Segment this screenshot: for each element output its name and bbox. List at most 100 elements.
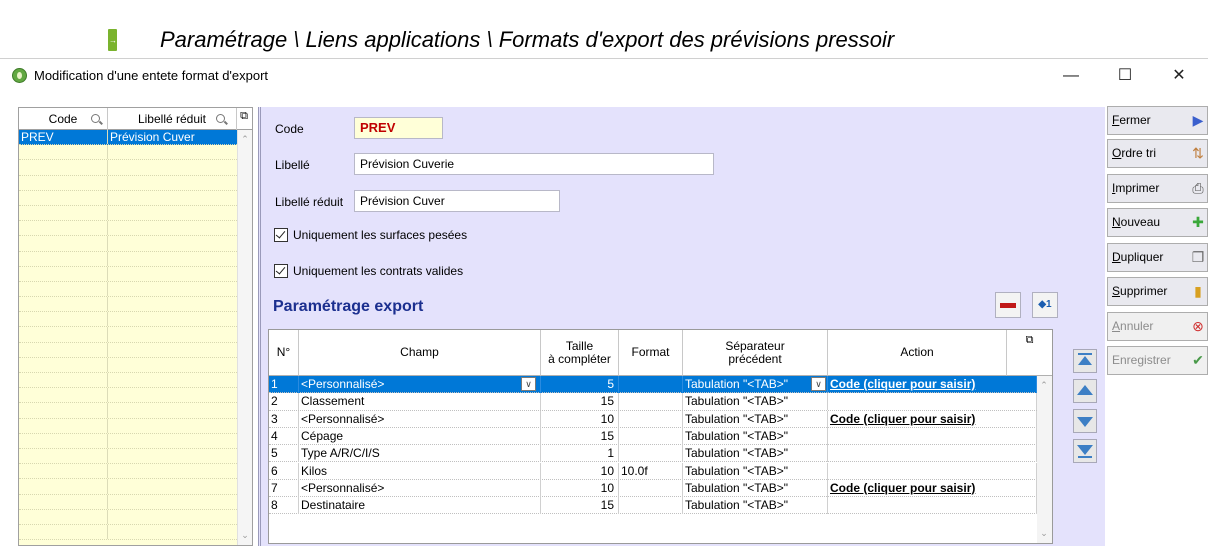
list-row[interactable] bbox=[19, 327, 237, 343]
grid-row[interactable]: 2 Classement 15 Tabulation "<TAB>" bbox=[269, 393, 1037, 411]
grid-header-num[interactable]: N° bbox=[269, 330, 299, 376]
list-cell-code bbox=[19, 357, 108, 372]
grid-row[interactable]: 3 <Personnalisé> 10 Tabulation "<TAB>" Code … bbox=[269, 410, 1037, 428]
column-header-libelle-reduit[interactable]: Libellé réduit bbox=[108, 108, 237, 130]
grid-row[interactable]: 5 Type A/R/C/I/S 1 Tabulation "<TAB>" bbox=[269, 445, 1037, 463]
list-row[interactable] bbox=[19, 281, 237, 298]
list-row[interactable] bbox=[19, 205, 237, 222]
grid-row[interactable]: 1 <Personnalisé> 5 Tabulation "<TAB>" Code (… bbox=[269, 376, 1037, 394]
column-chooser-icon[interactable]: ⧉ bbox=[237, 110, 251, 124]
grid-scrollbar[interactable]: ⌃ ⌄ bbox=[1037, 376, 1052, 543]
list-row[interactable] bbox=[19, 190, 237, 206]
list-row[interactable] bbox=[19, 357, 237, 373]
grid-row[interactable]: 8 Destinataire 15 Tabulation "<TAB>" bbox=[269, 497, 1037, 515]
move-top-button[interactable] bbox=[1073, 349, 1097, 373]
dupliquer-button[interactable]: Dupliquer ❐ bbox=[1107, 243, 1208, 272]
search-icon[interactable] bbox=[216, 114, 225, 123]
grid-cell-num: 2 bbox=[269, 393, 299, 411]
list-header: Code Libellé réduit ⧉ bbox=[19, 108, 252, 130]
list-row[interactable] bbox=[19, 509, 237, 525]
list-row[interactable] bbox=[19, 221, 237, 237]
list-row[interactable] bbox=[19, 145, 237, 161]
grid-row[interactable]: 7 <Personnalisé> 10 Tabulation "<TAB>" Code … bbox=[269, 479, 1037, 498]
grid-cell-action[interactable]: Code (cliquer pour saisir) bbox=[828, 410, 1037, 428]
contrats-valides-checkbox[interactable] bbox=[274, 264, 288, 278]
document-title: Paramétrage \ Liens applications \ Forma… bbox=[160, 27, 895, 52]
grid-cell-separateur: Tabulation "<TAB>" bbox=[683, 445, 828, 463]
bookmark-icon: → bbox=[108, 29, 117, 51]
list-scrollbar[interactable]: ⌃ ⌄ bbox=[237, 130, 252, 545]
champ-dropdown-icon[interactable]: ∨ bbox=[521, 377, 536, 391]
list-row[interactable] bbox=[19, 418, 237, 434]
list-row[interactable] bbox=[19, 464, 237, 480]
remove-row-button[interactable] bbox=[995, 292, 1021, 318]
ordre-tri-button[interactable]: Ordre tri ⇅ bbox=[1107, 139, 1208, 168]
imprimer-button[interactable]: Imprimer ⎙ bbox=[1107, 174, 1208, 203]
grid-cell-action[interactable]: Code (cliquer pour saisir) bbox=[828, 479, 1037, 497]
list-row[interactable] bbox=[19, 342, 237, 358]
surfaces-pesees-checkbox[interactable] bbox=[274, 228, 288, 242]
close-button[interactable]: ✕ bbox=[1156, 59, 1202, 92]
move-up-button[interactable] bbox=[1073, 379, 1097, 403]
grid-header-format[interactable]: Format bbox=[619, 330, 683, 376]
scroll-down-icon[interactable]: ⌄ bbox=[240, 530, 250, 540]
list-row[interactable] bbox=[19, 373, 237, 389]
app-window: Modification d'une entete format d'expor… bbox=[0, 58, 1208, 546]
list-cell-libelle bbox=[108, 206, 237, 220]
printer-icon: ⎙ bbox=[1192, 180, 1204, 196]
maximize-button[interactable]: ☐ bbox=[1102, 59, 1148, 92]
enregistrer-button[interactable]: Enregistrer ✔ bbox=[1107, 346, 1208, 375]
fermer-button[interactable]: Fermer ▶ bbox=[1107, 106, 1208, 135]
code-label: Code bbox=[275, 122, 304, 136]
search-icon[interactable] bbox=[91, 114, 100, 123]
move-bottom-button[interactable] bbox=[1073, 439, 1097, 463]
list-row[interactable] bbox=[19, 236, 237, 252]
list-row[interactable] bbox=[19, 312, 237, 328]
list-cell-libelle bbox=[108, 282, 237, 296]
list-cell-code bbox=[19, 281, 108, 297]
list-row[interactable] bbox=[19, 175, 237, 191]
button-label: ouveau bbox=[1120, 215, 1161, 229]
button-label: upliquer bbox=[1120, 250, 1164, 264]
list-cell-code bbox=[19, 205, 108, 221]
scroll-down-icon[interactable]: ⌄ bbox=[1039, 528, 1049, 538]
grid-cell-action[interactable]: Code (cliquer pour saisir) bbox=[828, 376, 1037, 393]
list-row[interactable] bbox=[19, 160, 237, 176]
scroll-up-icon[interactable]: ⌃ bbox=[240, 134, 250, 144]
list-row[interactable] bbox=[19, 433, 237, 449]
supprimer-button[interactable]: Supprimer ▮ bbox=[1107, 277, 1208, 306]
grid-row[interactable]: 6 Kilos 10 10.0f Tabulation "<TAB>" bbox=[269, 462, 1037, 480]
move-down-button[interactable] bbox=[1073, 409, 1097, 433]
list-row[interactable] bbox=[19, 524, 237, 541]
scroll-up-icon[interactable]: ⌃ bbox=[1039, 380, 1049, 390]
list-row[interactable] bbox=[19, 297, 237, 313]
column-chooser-icon[interactable]: ⧉ bbox=[1007, 330, 1052, 376]
list-row[interactable]: PREV Prévision Cuver bbox=[19, 130, 237, 146]
code-field[interactable]: PREV bbox=[354, 117, 443, 139]
list-row[interactable] bbox=[19, 266, 237, 282]
trash-icon: ▮ bbox=[1194, 283, 1202, 299]
list-row[interactable] bbox=[19, 479, 237, 495]
list-row[interactable] bbox=[19, 448, 237, 465]
grid-cell-champ: <Personnalisé> bbox=[299, 479, 541, 497]
annuler-button[interactable]: Annuler ⊗ bbox=[1107, 312, 1208, 341]
list-row[interactable] bbox=[19, 403, 237, 419]
grid-header-champ[interactable]: Champ bbox=[299, 330, 541, 376]
duplicate-icon: ❐ bbox=[1191, 249, 1205, 265]
column-header-code[interactable]: Code bbox=[19, 108, 108, 130]
list-row[interactable] bbox=[19, 494, 237, 510]
grid-row[interactable]: 4 Cépage 15 Tabulation "<TAB>" bbox=[269, 427, 1037, 446]
list-row[interactable] bbox=[19, 251, 237, 267]
list-row[interactable] bbox=[19, 388, 237, 404]
cancel-icon: ⊗ bbox=[1192, 318, 1204, 334]
nouveau-button[interactable]: Nouveau ✚ bbox=[1107, 208, 1208, 237]
list-cell-libelle bbox=[108, 373, 237, 387]
minimize-button[interactable]: — bbox=[1048, 59, 1094, 92]
separateur-dropdown-icon[interactable]: ∨ bbox=[811, 377, 826, 391]
grid-header-action[interactable]: Action bbox=[828, 330, 1007, 376]
libelle-field[interactable]: Prévision Cuverie bbox=[354, 153, 714, 175]
libelle-reduit-field[interactable]: Prévision Cuver bbox=[354, 190, 560, 212]
insert-row-button[interactable]: ◆1 bbox=[1032, 292, 1058, 318]
grid-header-taille[interactable]: Taille à compléter bbox=[541, 330, 619, 376]
grid-header-separateur[interactable]: Séparateur précédent bbox=[683, 330, 828, 376]
